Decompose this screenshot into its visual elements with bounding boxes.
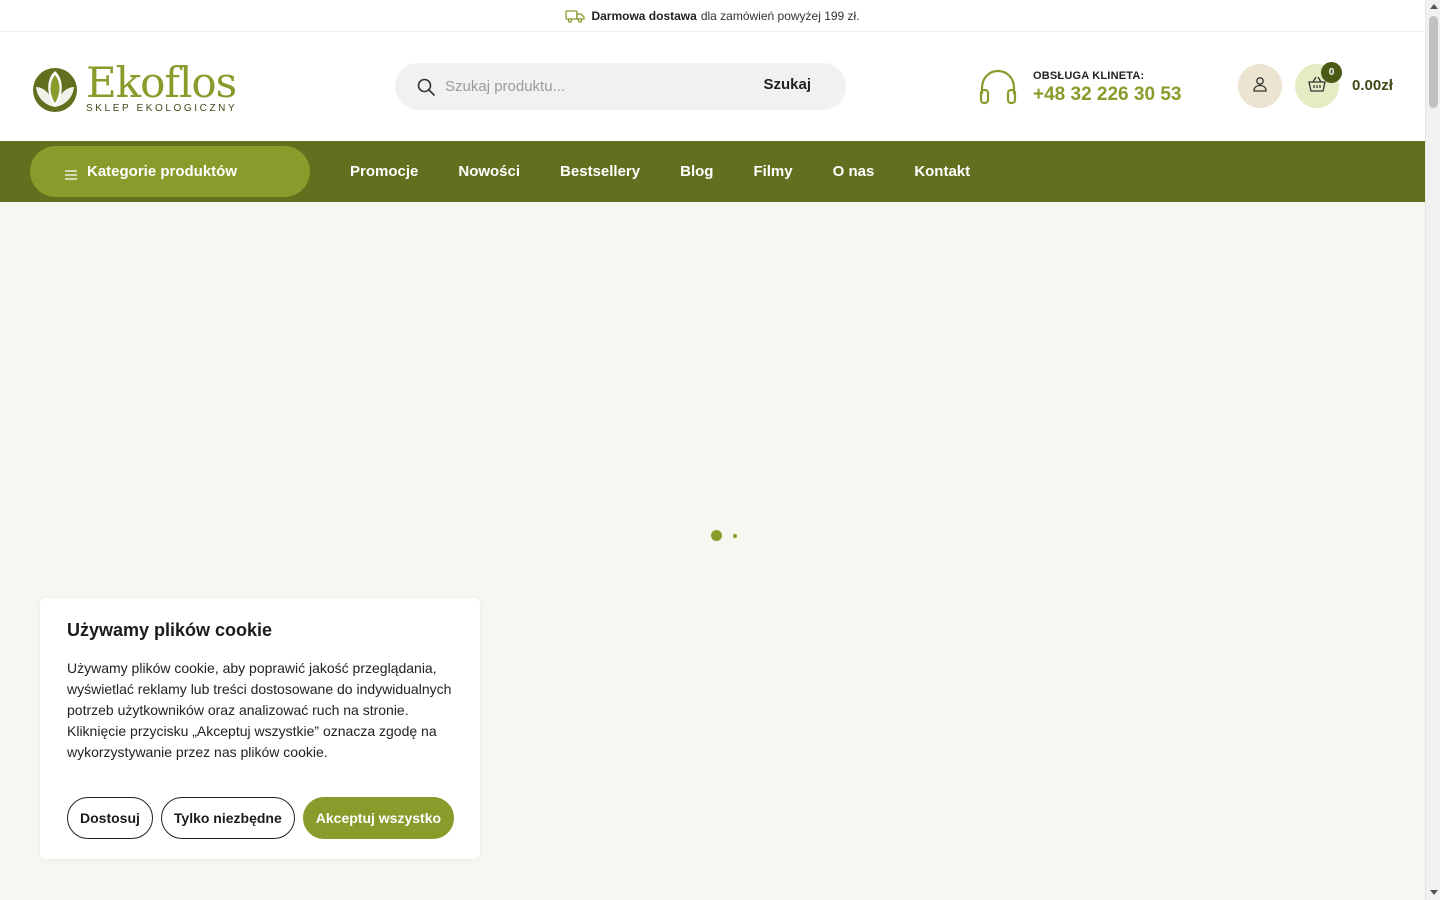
cart-count-badge: 0 <box>1321 62 1342 83</box>
promo-text: dla zamówień powyżej 199 zł. <box>700 8 860 23</box>
nav-link-kontakt[interactable]: Kontakt <box>914 163 970 180</box>
scroll-down-arrow-icon[interactable] <box>1430 890 1438 895</box>
categories-button[interactable]: Kategorie produktów <box>30 146 310 197</box>
hamburger-icon <box>65 167 77 180</box>
nav-link-o-nas[interactable]: O nas <box>833 163 875 180</box>
support-phone[interactable]: +48 32 226 30 53 <box>1033 84 1181 106</box>
cookie-title: Używamy plików cookie <box>67 620 273 640</box>
cookie-customize-button[interactable]: Dostosuj <box>67 797 153 839</box>
nav-link-promocje[interactable]: Promocje <box>350 163 418 180</box>
search-input[interactable] <box>445 78 745 95</box>
logo[interactable]: Ekoflos SKLEP EKOLOGICZNY <box>30 60 240 116</box>
nav-links: Promocje Nowości Bestsellery Blog Filmy … <box>350 141 1010 202</box>
loader-dot <box>733 533 737 538</box>
cookie-necessary-button[interactable]: Tylko niezbędne <box>160 797 295 839</box>
search-icon <box>417 78 435 96</box>
scroll-thumb[interactable] <box>1429 16 1438 108</box>
page: Darmowa dostawa dla zamówień powyżej 199… <box>0 0 1425 900</box>
categories-label: Kategorie produktów <box>87 163 238 180</box>
nav-link-nowosci[interactable]: Nowości <box>458 163 520 180</box>
headset-icon <box>978 68 1018 108</box>
user-icon <box>1252 76 1268 97</box>
loader-dot <box>711 530 722 541</box>
promo-highlight: Darmowa dostawa <box>591 8 697 23</box>
account-button[interactable] <box>1238 64 1282 108</box>
search-bar: Szukaj <box>395 63 846 110</box>
cart-total[interactable]: 0.00zł <box>1352 77 1393 94</box>
customer-support: OBSŁUGA KLINETA: +48 32 226 30 53 <box>978 68 1181 108</box>
truck-icon <box>565 9 586 23</box>
logo-name: Ekoflos <box>86 57 237 107</box>
logo-tagline: SKLEP EKOLOGICZNY <box>86 102 238 114</box>
cookie-text: Używamy plików cookie, aby poprawić jako… <box>67 660 452 760</box>
nav-link-blog[interactable]: Blog <box>680 163 713 180</box>
leaf-logo-icon <box>30 63 80 113</box>
cookie-banner: Używamy plików cookie Używamy plików coo… <box>40 598 480 859</box>
main-nav: Kategorie produktów Promocje Nowości Bes… <box>0 141 1425 202</box>
promo-bar: Darmowa dostawa dla zamówień powyżej 199… <box>0 0 1425 32</box>
search-button[interactable]: Szukaj <box>763 76 811 93</box>
scrollbar[interactable] <box>1425 0 1440 900</box>
nav-link-bestsellery[interactable]: Bestsellery <box>560 163 640 180</box>
nav-link-filmy[interactable]: Filmy <box>753 163 792 180</box>
support-label: OBSŁUGA KLINETA: <box>1033 70 1145 82</box>
slider-loading-indicator <box>711 530 737 541</box>
cookie-accept-button[interactable]: Akceptuj wszystko <box>302 797 455 839</box>
header: Ekoflos SKLEP EKOLOGICZNY Szukaj produkt… <box>0 32 1425 141</box>
cookie-actions: Dostosuj Tylko niezbędne Akceptuj wszyst… <box>67 797 462 839</box>
scroll-up-arrow-icon[interactable] <box>1430 4 1438 9</box>
